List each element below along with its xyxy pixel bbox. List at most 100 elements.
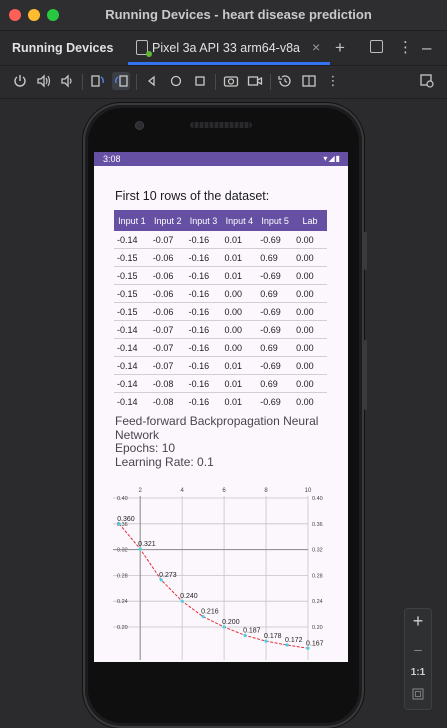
- data-label: 0.200: [222, 619, 240, 626]
- device-frame-icon[interactable]: [418, 72, 436, 90]
- y-tick-label: 0.28: [117, 573, 128, 579]
- table-cell: 0.00: [221, 320, 258, 339]
- data-label: 0.321: [138, 541, 156, 548]
- screen-record-icon[interactable]: [246, 72, 264, 90]
- data-label: 0.240: [180, 593, 198, 600]
- dataset-table[interactable]: Input 1 Input 2 Input 3 Input 4 Input 5 Lab -…: [114, 210, 327, 410]
- table-cell: 0.69: [257, 284, 294, 303]
- data-label: 0.187: [243, 627, 261, 634]
- screenshot-icon[interactable]: [222, 72, 240, 90]
- fold-icon[interactable]: [300, 72, 318, 90]
- minimize-icon[interactable]: –: [422, 38, 431, 58]
- table-cell: 0.69: [257, 338, 294, 357]
- y-tick-label-right: 0.28: [312, 573, 323, 579]
- x-tick-label: 10: [305, 488, 312, 494]
- table-cell: 0.69: [257, 374, 294, 393]
- panel-title: Running Devices: [12, 41, 114, 55]
- table-cell: -0.07: [149, 338, 186, 357]
- table-row: -0.15 -0.06 -0.16 0.01 -0.69 0.00: [114, 266, 327, 285]
- table-cell: -0.16: [185, 338, 222, 357]
- info-line: Feed-forward Backpropagation Neural: [115, 414, 319, 428]
- y-tick-label-right: 0.36: [312, 522, 323, 528]
- table-cell: -0.15: [114, 302, 150, 321]
- column-header: Input 5: [257, 210, 294, 231]
- table-cell: -0.08: [149, 392, 186, 410]
- table-cell: -0.06: [149, 284, 186, 303]
- more-icon[interactable]: ⋮: [398, 38, 413, 56]
- panel-icon[interactable]: [370, 40, 383, 53]
- home-icon[interactable]: [167, 72, 185, 90]
- zoom-in-button[interactable]: +: [405, 611, 431, 632]
- status-icons: ▾◢▮: [323, 154, 341, 163]
- table-cell: -0.69: [257, 231, 294, 249]
- table-cell: -0.69: [257, 320, 294, 339]
- table-cell: 0.69: [257, 248, 294, 267]
- y-tick-label-right: 0.20: [312, 625, 323, 631]
- table-cell: -0.16: [185, 356, 222, 375]
- y-tick-label: 0.24: [117, 599, 128, 605]
- table-cell: -0.14: [114, 374, 150, 393]
- rotate-right-icon[interactable]: [112, 72, 130, 90]
- device-tab[interactable]: Pixel 3a API 33 arm64-v8a ×: [128, 31, 330, 65]
- table-cell: -0.14: [114, 338, 150, 357]
- device-screen[interactable]: 3:08 ▾◢▮ First 10 rows of the dataset: I…: [94, 152, 348, 662]
- power-icon[interactable]: [11, 72, 29, 90]
- loss-chart: 2 4 6 8 100.40 0.400.36 0.360.32 0.320.28 0.280.…: [113, 488, 324, 660]
- table-cell: -0.14: [114, 320, 150, 339]
- device-toolbar: ⋮: [0, 66, 447, 99]
- table-cell: 0.00: [293, 320, 327, 339]
- table-cell: 0.00: [293, 266, 327, 285]
- volume-rocker[interactable]: [364, 340, 367, 410]
- y-tick-label: 0.32: [117, 548, 128, 554]
- table-cell: 0.00: [293, 374, 327, 393]
- back-icon[interactable]: [143, 72, 161, 90]
- side-button[interactable]: [364, 232, 367, 270]
- table-cell: -0.16: [185, 248, 222, 267]
- table-cell: 0.00: [293, 356, 327, 375]
- volume-up-icon[interactable]: [35, 72, 53, 90]
- rotate-left-icon[interactable]: [89, 72, 107, 90]
- data-label: 0.167: [306, 640, 324, 647]
- window-title: Running Devices - heart disease predicti…: [105, 7, 372, 22]
- x-tick-label: 8: [264, 488, 268, 494]
- overview-icon[interactable]: [191, 72, 209, 90]
- column-header: Input 3: [185, 210, 222, 231]
- data-label: 0.360: [117, 516, 135, 523]
- toolbar-separator: [136, 74, 137, 90]
- zoom-out-button[interactable]: –: [405, 641, 431, 657]
- volume-down-icon[interactable]: [58, 72, 76, 90]
- dataset-heading: First 10 rows of the dataset:: [115, 189, 270, 203]
- table-cell: 0.01: [221, 374, 258, 393]
- table-cell: 0.00: [221, 338, 258, 357]
- x-tick-label: 2: [139, 488, 143, 494]
- table-cell: -0.16: [185, 392, 222, 410]
- table-cell: 0.01: [221, 356, 258, 375]
- y-tick-label: 0.40: [117, 496, 128, 502]
- x-tick-label: 4: [180, 488, 184, 494]
- zoom-panel: + – 1:1: [404, 608, 432, 710]
- y-tick-label: 0.20: [117, 625, 128, 631]
- table-cell: -0.06: [149, 266, 186, 285]
- table-cell: 0.00: [293, 284, 327, 303]
- table-cell: -0.16: [185, 266, 222, 285]
- zoom-actual-size-button[interactable]: 1:1: [405, 667, 431, 678]
- table-cell: 0.00: [293, 338, 327, 357]
- table-cell: 0.00: [221, 284, 258, 303]
- data-label: 0.216: [201, 609, 219, 616]
- table-cell: 0.00: [293, 248, 327, 267]
- table-cell: -0.07: [149, 231, 186, 249]
- tool-window-header: Running Devices Pixel 3a API 33 arm64-v8…: [0, 31, 447, 66]
- table-cell: -0.14: [114, 392, 150, 410]
- toolbar-separator: [270, 74, 271, 90]
- close-tab-icon[interactable]: ×: [312, 39, 320, 55]
- front-camera: [135, 121, 144, 130]
- zoom-fit-button[interactable]: [405, 687, 431, 705]
- active-tab-indicator: [128, 62, 330, 65]
- plus-icon[interactable]: +: [335, 38, 345, 58]
- table-cell: -0.07: [149, 356, 186, 375]
- snapshot-icon[interactable]: [276, 72, 294, 90]
- table-body: -0.14 -0.07 -0.16 0.01 -0.69 0.00 -0.15 -0.06 -0…: [114, 231, 327, 410]
- more-icon[interactable]: ⋮: [324, 72, 342, 90]
- device-icon: [136, 40, 152, 57]
- android-status-bar: 3:08 ▾◢▮: [94, 152, 348, 166]
